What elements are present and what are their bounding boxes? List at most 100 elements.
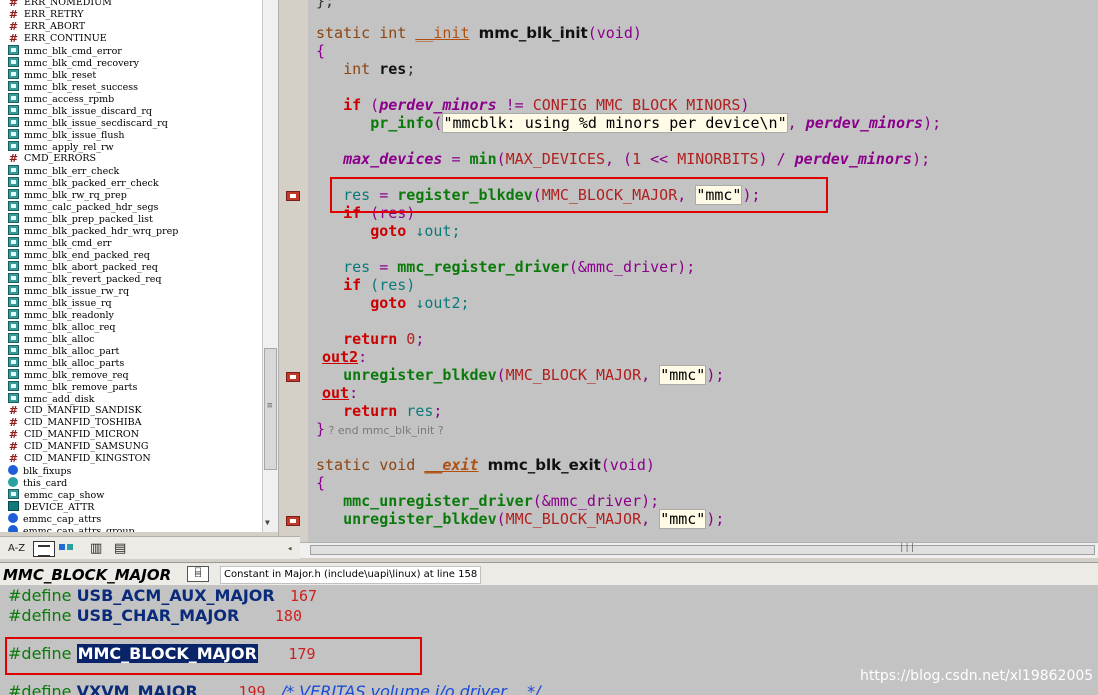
- function-icon: [8, 273, 19, 283]
- symbol-list-item[interactable]: emmc_cap_attrs: [8, 513, 101, 525]
- sort-az-button[interactable]: A-Z: [8, 541, 32, 557]
- function-icon: [8, 81, 19, 91]
- symbol-list-item[interactable]: mmc_blk_alloc_parts: [8, 357, 124, 369]
- symbol-label: this_card: [23, 478, 68, 489]
- symbol-list-item[interactable]: # CID_MANFID_KINGSTON: [8, 453, 151, 465]
- symbol-label: mmc_access_rpmb: [24, 94, 115, 105]
- symbol-list-item[interactable]: mmc_blk_packed_err_check: [8, 177, 159, 189]
- jump-to-definition-icon[interactable]: ⌸: [187, 566, 209, 582]
- macro-name[interactable]: USB_ACM_AUX_MAJOR: [77, 586, 275, 605]
- symbol-list-item[interactable]: emmc_cap_show: [8, 489, 104, 501]
- symbol-list-item[interactable]: # ERR_CONTINUE: [8, 33, 107, 45]
- symbol-list-item[interactable]: mmc_blk_cmd_error: [8, 45, 122, 57]
- category-view-icon[interactable]: [58, 541, 76, 557]
- code-line: };: [316, 0, 335, 10]
- code-line: res = mmc_register_driver(&mmc_driver);: [343, 258, 696, 276]
- editor-margin[interactable]: [278, 0, 309, 542]
- symbol-list-item[interactable]: # CID_MANFID_MICRON: [8, 429, 139, 441]
- code-line: int res;: [343, 60, 416, 78]
- label-out2[interactable]: out2: [322, 348, 358, 366]
- function-icon: [8, 489, 19, 499]
- symbol-list-item[interactable]: # ERR_ABORT: [8, 21, 85, 33]
- macro-name[interactable]: USB_CHAR_MAJOR: [77, 606, 240, 625]
- code-line: if (res): [343, 276, 416, 294]
- scrollbar-thumb[interactable]: |||: [310, 543, 1095, 555]
- function-icon: [8, 213, 19, 223]
- highlight-box: [330, 177, 828, 213]
- function-name[interactable]: mmc_blk_exit: [488, 456, 601, 474]
- function-icon: [8, 381, 19, 391]
- context-location-field[interactable]: Constant in Major.h (include\uapi\linux)…: [220, 566, 482, 584]
- symbol-list-item[interactable]: mmc_blk_issue_rw_rq: [8, 285, 129, 297]
- function-icon: [8, 249, 19, 259]
- symbol-list-item[interactable]: mmc_apply_rel_rw: [8, 141, 114, 153]
- symbol-label: mmc_calc_packed_hdr_segs: [24, 202, 159, 213]
- function-icon: [8, 285, 19, 295]
- symbol-list-item[interactable]: mmc_blk_cmd_recovery: [8, 57, 139, 69]
- macro-icon: #: [8, 452, 19, 465]
- symbol-label: mmc_blk_readonly: [24, 310, 114, 321]
- symbol-list-item[interactable]: # ERR_NOMEDIUM: [8, 0, 112, 9]
- define-line: #define USB_ACM_AUX_MAJOR 167: [8, 585, 317, 606]
- symbol-list-item[interactable]: emmc_cap_attrs_group: [8, 525, 135, 532]
- symbol-list-item[interactable]: # CMD_ERRORS: [8, 153, 96, 165]
- symbol-list-item[interactable]: this_card: [8, 477, 67, 489]
- label-out[interactable]: out: [322, 384, 349, 402]
- function-name[interactable]: mmc_blk_init: [479, 24, 588, 42]
- properties-icon[interactable]: ▤: [114, 541, 132, 557]
- symbol-list-item[interactable]: mmc_blk_alloc_req: [8, 321, 116, 333]
- symbol-label: CID_MANFID_SANDISK: [24, 405, 142, 416]
- editor-horizontal-scrollbar[interactable]: ◂ |||: [287, 542, 1098, 558]
- bookmark-marker-icon[interactable]: [286, 191, 300, 201]
- bookmark-marker-icon[interactable]: [286, 372, 300, 382]
- symbol-list-item[interactable]: # CID_MANFID_TOSHIBA: [8, 417, 142, 429]
- macro-name[interactable]: VXVM_MAJOR: [77, 682, 198, 695]
- symbol-list-item[interactable]: mmc_blk_prep_packed_list: [8, 213, 153, 225]
- symbol-list-item[interactable]: mmc_blk_reset_success: [8, 81, 138, 93]
- symbol-list-item[interactable]: mmc_blk_issue_discard_rq: [8, 105, 152, 117]
- symbol-label: mmc_blk_reset_success: [24, 82, 138, 93]
- symbol-list-item[interactable]: mmc_add_disk: [8, 393, 94, 405]
- symbol-list-item[interactable]: blk_fixups: [8, 465, 71, 477]
- symbol-list-item[interactable]: DEVICE_ATTR: [8, 501, 94, 513]
- symbol-list-item[interactable]: mmc_blk_issue_flush: [8, 129, 124, 141]
- symbol-list-item[interactable]: mmc_blk_issue_rq: [8, 297, 112, 309]
- function-icon: [8, 165, 19, 175]
- symbol-label: ERR_RETRY: [24, 9, 84, 20]
- symbol-list-item[interactable]: # CID_MANFID_SANDISK: [8, 405, 142, 417]
- book-icon[interactable]: ▥: [90, 541, 108, 557]
- symbol-list-item[interactable]: mmc_blk_issue_secdiscard_rq: [8, 117, 168, 129]
- symbol-list-item[interactable]: mmc_blk_alloc_part: [8, 345, 119, 357]
- symbol-list-item[interactable]: mmc_blk_rw_rq_prep: [8, 189, 127, 201]
- symbol-list-item[interactable]: mmc_calc_packed_hdr_segs: [8, 201, 158, 213]
- symbol-list-scrollbar[interactable]: ≡ ▼: [262, 0, 279, 532]
- symbol-list-item[interactable]: mmc_blk_reset: [8, 69, 96, 81]
- scroll-down-arrow-icon[interactable]: ▼: [265, 518, 270, 527]
- symbol-label: emmc_cap_attrs_group: [23, 526, 135, 532]
- symbol-list-item[interactable]: mmc_blk_packed_hdr_wrq_prep: [8, 225, 178, 237]
- symbol-list-panel[interactable]: # ERR_NOMEDIUM # ERR_RETRY # ERR_ABORT # ERR_CO…: [0, 0, 262, 532]
- symbol-label: ERR_ABORT: [24, 21, 86, 32]
- scrollbar-thumb[interactable]: ≡: [264, 348, 277, 470]
- context-window-header: MMC_BLOCK_MAJOR ⌸ Constant in Major.h (i…: [0, 562, 1098, 586]
- symbol-list-item[interactable]: mmc_blk_alloc: [8, 333, 95, 345]
- list-view-icon[interactable]: [33, 541, 55, 557]
- symbol-list-item[interactable]: mmc_blk_cmd_err: [8, 237, 112, 249]
- variable-icon: [8, 477, 18, 487]
- symbol-list-item[interactable]: mmc_blk_readonly: [8, 309, 114, 321]
- symbol-list-item[interactable]: mmc_blk_end_packed_req: [8, 249, 150, 261]
- symbol-list-item[interactable]: mmc_blk_abort_packed_req: [8, 261, 158, 273]
- code-line: if (perdev_minors != CONFIG_MMC_BLOCK_MI…: [343, 96, 750, 114]
- scroll-left-arrow-icon[interactable]: ◂: [287, 544, 292, 554]
- bookmark-marker-icon[interactable]: [286, 516, 300, 526]
- code-editor[interactable]: }; static int __init mmc_blk_init(void) …: [308, 0, 1098, 542]
- symbol-list-item[interactable]: mmc_blk_remove_parts: [8, 381, 137, 393]
- symbol-list-item[interactable]: # ERR_RETRY: [8, 9, 84, 21]
- symbol-label: ERR_NOMEDIUM: [24, 0, 112, 8]
- symbol-list-item[interactable]: mmc_access_rpmb: [8, 93, 114, 105]
- symbol-list-item[interactable]: # CID_MANFID_SAMSUNG: [8, 441, 149, 453]
- symbol-label: CID_MANFID_SAMSUNG: [24, 441, 149, 452]
- symbol-list-item[interactable]: mmc_blk_remove_req: [8, 369, 129, 381]
- symbol-list-item[interactable]: mmc_blk_revert_packed_req: [8, 273, 162, 285]
- symbol-list-item[interactable]: mmc_blk_err_check: [8, 165, 119, 177]
